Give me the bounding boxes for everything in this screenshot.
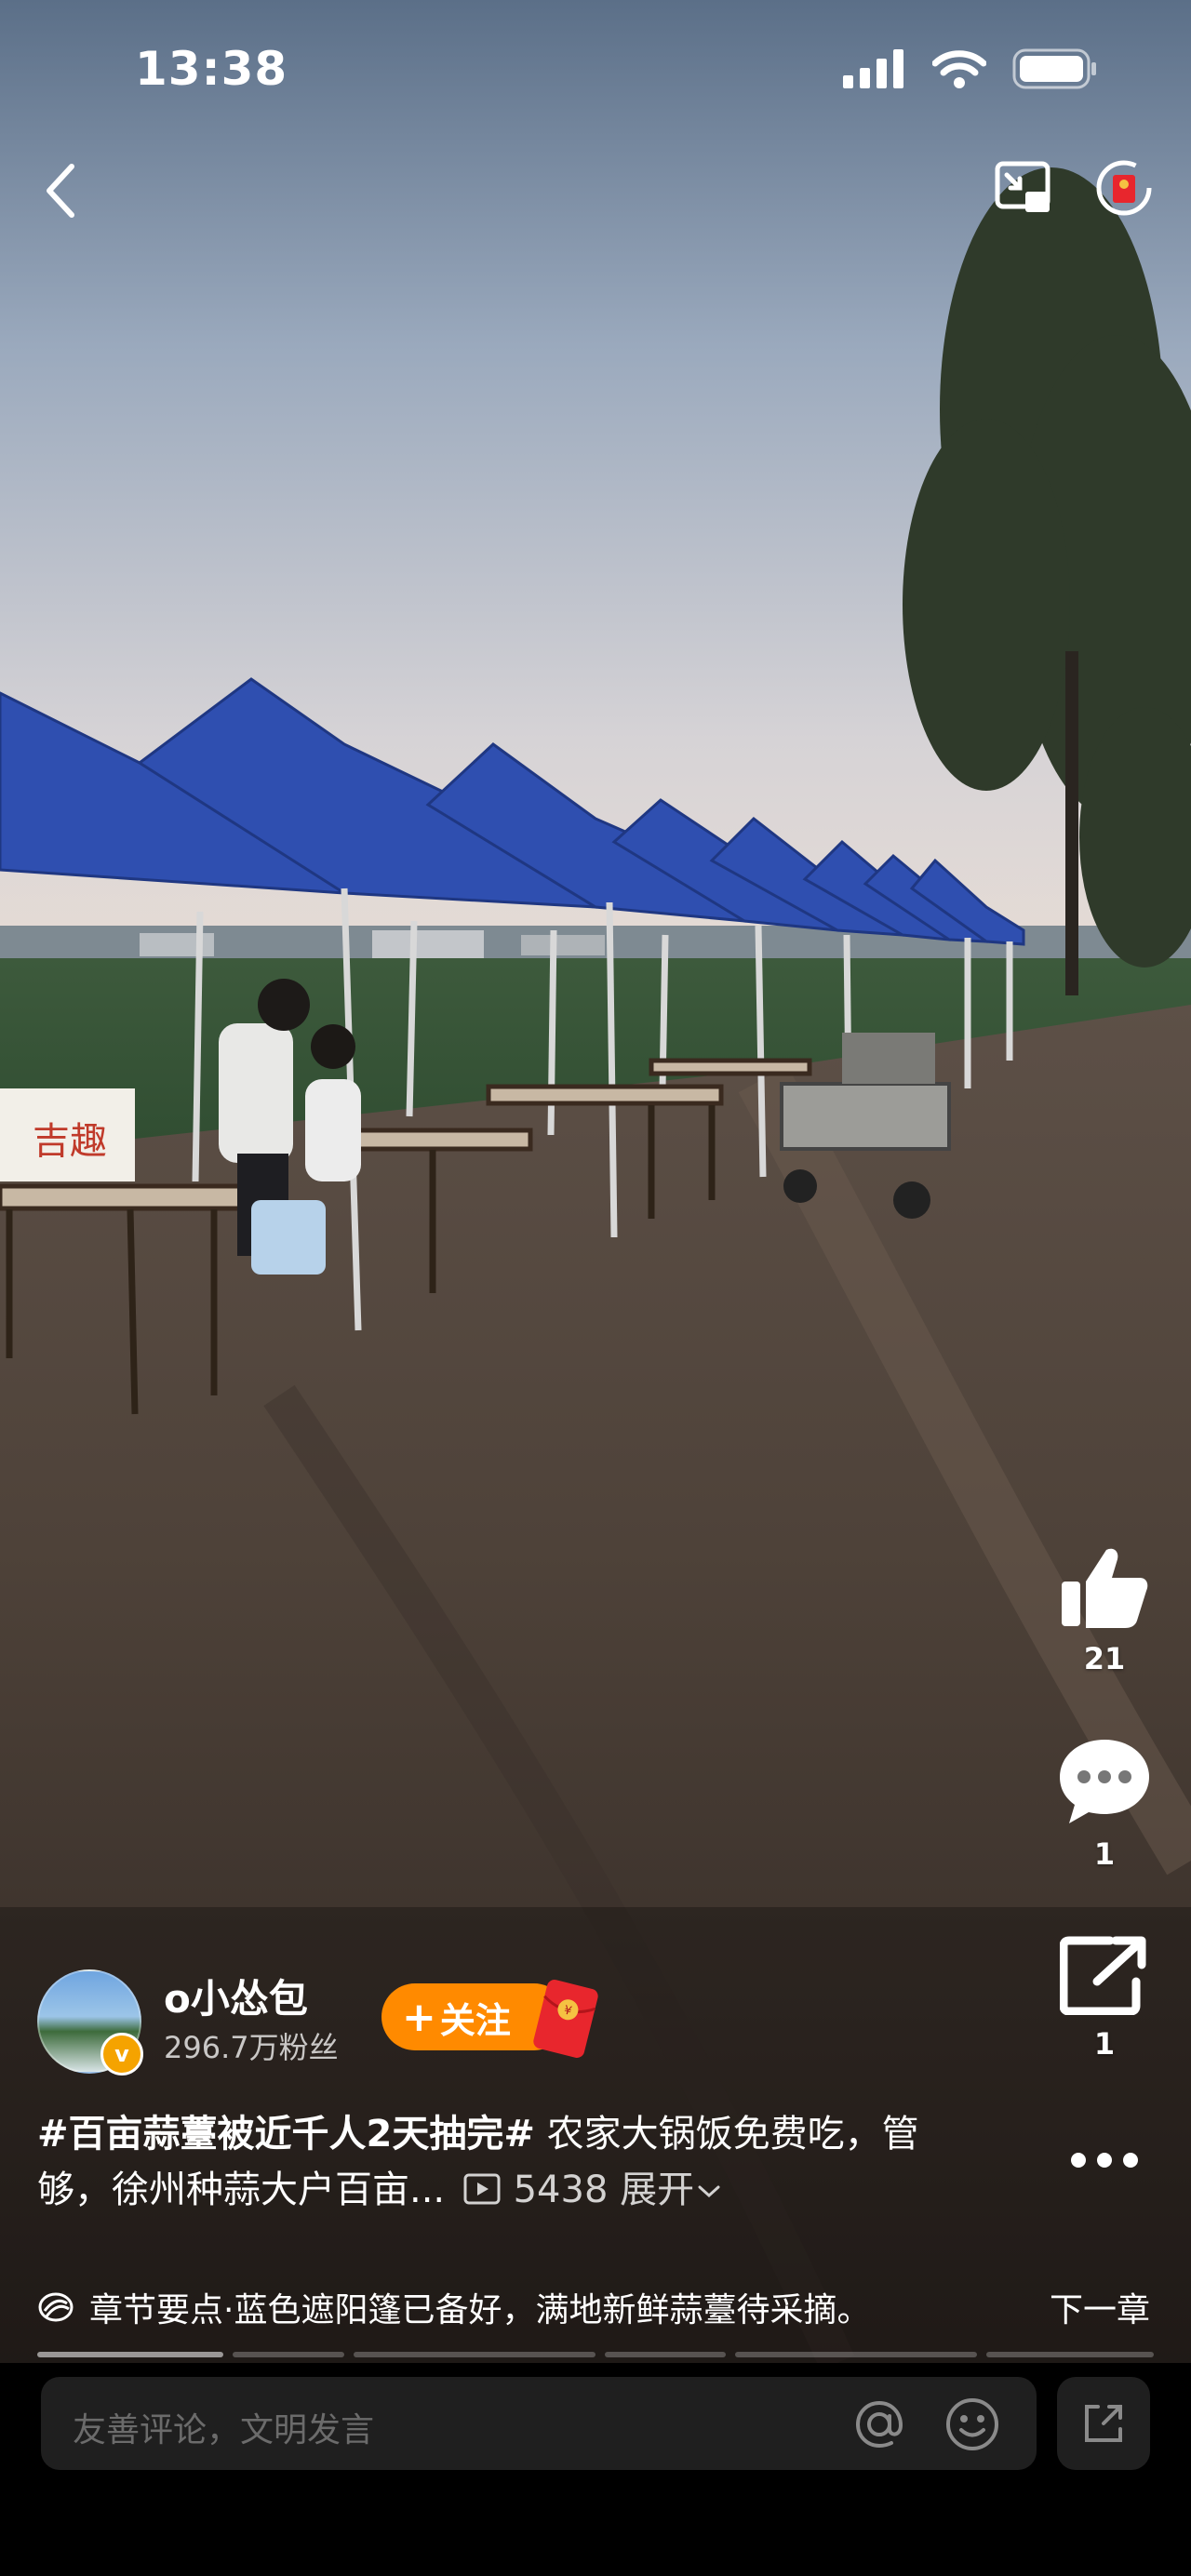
comment-bubble-icon bbox=[1060, 1740, 1149, 1823]
minimize-window-button[interactable] bbox=[994, 158, 1053, 218]
follow-label: 关注 bbox=[439, 1999, 511, 2041]
caption-hashtag[interactable]: #百亩蒜薹被近千人2天抽完# bbox=[37, 2113, 535, 2156]
author-name[interactable]: o小怂包 bbox=[164, 1975, 339, 2023]
author-fans: 296.7万粉丝 bbox=[164, 2030, 339, 2065]
comment-placeholder: 友善评论，文明发言 bbox=[73, 2411, 375, 2449]
next-chapter-button[interactable]: 下一章 bbox=[1050, 2283, 1150, 2331]
expand-button[interactable]: 展开 bbox=[620, 2169, 722, 2211]
progress-segment bbox=[37, 2352, 223, 2357]
battery-icon bbox=[1012, 48, 1098, 93]
mention-button[interactable] bbox=[852, 2397, 906, 2455]
status-time: 13:38 bbox=[135, 42, 288, 96]
back-button[interactable] bbox=[28, 158, 93, 223]
comment-input[interactable]: 友善评论，文明发言 bbox=[41, 2377, 1037, 2470]
emoji-button[interactable] bbox=[943, 2396, 1001, 2457]
more-button[interactable] bbox=[1053, 2149, 1156, 2175]
share-icon bbox=[1059, 1936, 1146, 2016]
comment-button[interactable]: 1 bbox=[1053, 1736, 1156, 1872]
video-caption[interactable]: #百亩蒜薹被近千人2天抽完# 农家大锅饭免费吃，管够，徐州种蒜大户百亩... 5… bbox=[37, 2106, 968, 2218]
fullscreen-button[interactable] bbox=[1057, 2377, 1150, 2470]
progress-segment bbox=[605, 2352, 726, 2357]
signal-icon bbox=[843, 49, 906, 92]
view-count-group: 5438 bbox=[457, 2169, 620, 2211]
expand-icon bbox=[1085, 2405, 1122, 2442]
red-envelope-timer-button[interactable] bbox=[1094, 158, 1154, 218]
chevron-left-icon bbox=[47, 164, 74, 218]
comment-count: 1 bbox=[1093, 1836, 1116, 1872]
status-bar: 13:38 bbox=[0, 0, 1191, 140]
chapter-progress[interactable] bbox=[37, 2352, 1154, 2357]
progress-segment bbox=[233, 2352, 344, 2357]
share-button[interactable]: 1 bbox=[1053, 1935, 1156, 2062]
author-row: v o小怂包 296.7万粉丝 + 关注 ¥ bbox=[37, 1969, 782, 2075]
more-dots-icon bbox=[1071, 2153, 1138, 2168]
like-count: 21 bbox=[1083, 1641, 1126, 1676]
plus-icon: + bbox=[402, 1993, 436, 2041]
avatar[interactable]: v bbox=[37, 1969, 143, 2075]
at-sign-icon bbox=[855, 2400, 903, 2449]
red-envelope-follow-button[interactable]: ¥ bbox=[521, 1974, 610, 2063]
progress-segment bbox=[735, 2352, 977, 2357]
share-count: 1 bbox=[1093, 2026, 1116, 2062]
chapter-bar[interactable]: 章节要点·蓝色遮阳篷已备好，满地新鲜蒜薹待采摘。 下一章 bbox=[0, 2270, 1191, 2344]
red-envelope-icon bbox=[1096, 160, 1152, 216]
thumbs-up-icon bbox=[1062, 1548, 1148, 1628]
minimize-window-icon bbox=[995, 161, 1050, 212]
chapter-icon bbox=[37, 2290, 74, 2332]
verified-badge-icon: v bbox=[100, 2033, 143, 2075]
wifi-icon bbox=[931, 48, 987, 93]
top-nav bbox=[0, 158, 1191, 251]
smiley-icon bbox=[946, 2398, 998, 2450]
svg-text:吉趣: 吉趣 bbox=[33, 1120, 107, 1163]
play-icon bbox=[463, 2173, 501, 2205]
progress-segment bbox=[354, 2352, 596, 2357]
view-count: 5438 bbox=[513, 2169, 609, 2211]
like-button[interactable]: 21 bbox=[1053, 1544, 1156, 1676]
bottom-bar: 友善评论，文明发言 bbox=[0, 2363, 1191, 2576]
red-envelope-icon: ¥ bbox=[533, 1980, 598, 2058]
chevron-down-icon bbox=[698, 2185, 720, 2198]
expand-label: 展开 bbox=[620, 2169, 695, 2211]
progress-segment bbox=[986, 2352, 1154, 2357]
chapter-summary: 章节要点·蓝色遮阳篷已备好，满地新鲜蒜薹待采摘。 bbox=[89, 2291, 871, 2329]
